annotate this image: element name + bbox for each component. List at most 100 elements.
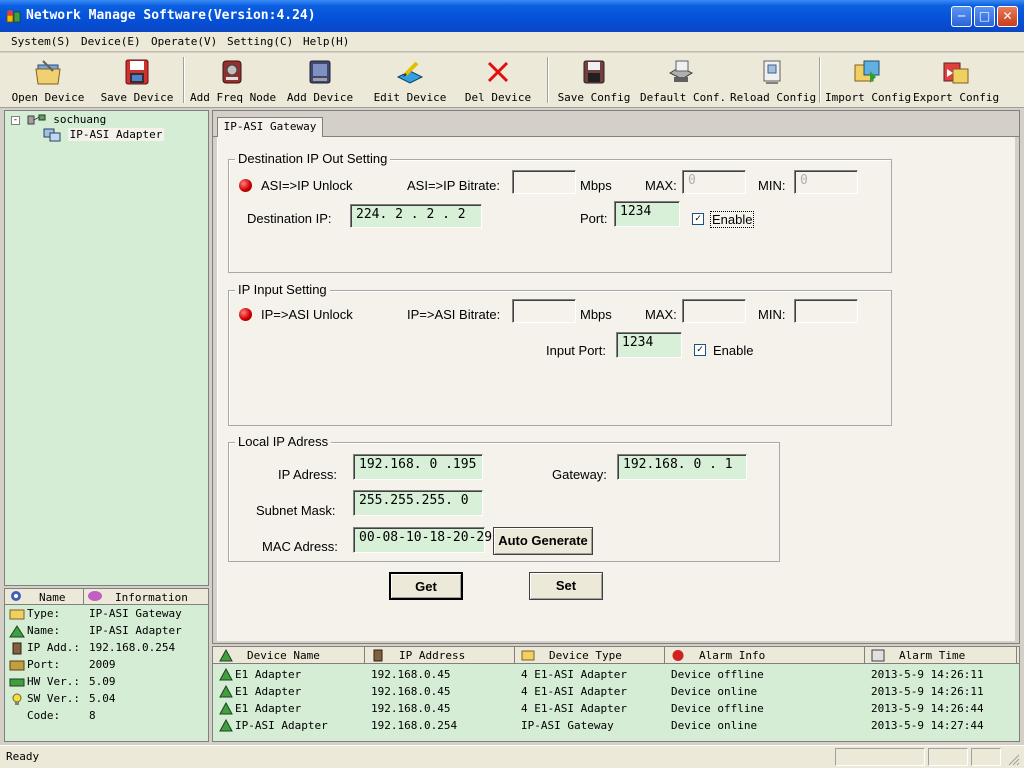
info-key: Port: bbox=[27, 658, 61, 671]
resize-grip-icon[interactable] bbox=[1006, 752, 1020, 766]
column-ip-address[interactable]: IP Address bbox=[365, 647, 515, 664]
alarm-table[interactable]: Device Name IP Address Device Type Alarm… bbox=[212, 646, 1020, 742]
status-pane bbox=[835, 748, 925, 766]
main-panel: IP-ASI Gateway Destination IP Out Settin… bbox=[212, 110, 1020, 644]
device-tree-panel[interactable]: - sochuang IP-ASI Adapter bbox=[4, 110, 209, 586]
collapse-icon[interactable]: - bbox=[11, 115, 20, 125]
menu-help[interactable]: Help(H) bbox=[303, 35, 349, 48]
add-device-label: Add Device bbox=[286, 91, 354, 104]
max-field[interactable]: 0 bbox=[682, 170, 746, 194]
column-label: Alarm Time bbox=[899, 649, 966, 662]
table-row[interactable]: IP-ASI Adapter 192.168.0.254 IP-ASI Gate… bbox=[213, 717, 1019, 734]
export-config-label: Export Config bbox=[913, 91, 1000, 104]
enable-label[interactable]: Enable bbox=[710, 211, 755, 228]
gateway-label: Gateway: bbox=[552, 467, 607, 482]
cell-alarm-info: Device online bbox=[671, 685, 758, 698]
max-label: MAX: bbox=[645, 178, 677, 193]
open-device-label: Open Device bbox=[11, 91, 85, 104]
device-name-icon bbox=[219, 649, 233, 662]
tree-root-item[interactable]: - sochuang bbox=[11, 113, 106, 126]
info-key: HW Ver.: bbox=[27, 675, 80, 688]
add-freq-node-button[interactable]: Add Freq Node bbox=[190, 55, 276, 105]
reload-config-button[interactable]: Reload Config bbox=[730, 55, 816, 105]
table-row[interactable]: E1 Adapter 192.168.0.45 4 E1-ASI Adapter… bbox=[213, 666, 1019, 683]
status-pane bbox=[971, 748, 1001, 766]
tab-content: Destination IP Out Setting ASI=>IP Unloc… bbox=[217, 137, 1015, 641]
column-alarm-time[interactable]: Alarm Time bbox=[865, 647, 1017, 664]
set-button[interactable]: Set bbox=[529, 572, 603, 600]
get-button[interactable]: Get bbox=[389, 572, 463, 600]
save-config-button[interactable]: Save Config bbox=[556, 55, 632, 105]
edit-device-label: Edit Device bbox=[373, 91, 447, 104]
column-label: IP Address bbox=[399, 649, 466, 662]
cell-ip-address: 192.168.0.45 bbox=[371, 668, 451, 681]
enable-label[interactable]: Enable bbox=[713, 343, 753, 358]
cell-ip-address: 192.168.0.45 bbox=[371, 702, 451, 715]
min-field[interactable] bbox=[794, 299, 858, 323]
cell-device-name: E1 Adapter bbox=[235, 685, 302, 698]
import-config-icon bbox=[854, 60, 880, 83]
column-device-name[interactable]: Device Name bbox=[213, 647, 365, 664]
local-ip-group-title: Local IP Adress bbox=[235, 434, 332, 449]
toolbar-separator bbox=[819, 57, 821, 103]
maximize-button[interactable]: □ bbox=[974, 6, 995, 27]
table-row[interactable]: E1 Adapter 192.168.0.45 4 E1-ASI Adapter… bbox=[213, 700, 1019, 717]
info-key: Type: bbox=[27, 607, 61, 620]
cell-device-type: 4 E1-ASI Adapter bbox=[521, 685, 627, 698]
mac-address-field[interactable]: 00-08-10-18-20-29 bbox=[353, 527, 492, 553]
menu-setting[interactable]: Setting(C) bbox=[227, 35, 293, 48]
ip-asi-bitrate-field[interactable] bbox=[512, 299, 576, 323]
enable-checkbox[interactable]: ✓ bbox=[692, 213, 704, 225]
info-header: Name Information bbox=[5, 589, 208, 605]
app-icon bbox=[6, 10, 21, 23]
info-key: SW Ver.: bbox=[27, 692, 80, 705]
gateway-field[interactable]: 192.168. 0 . 1 bbox=[617, 454, 747, 480]
menu-device[interactable]: Device(E) bbox=[81, 35, 141, 48]
subnet-mask-field[interactable]: 255.255.255. 0 bbox=[353, 490, 483, 516]
close-button[interactable]: ✕ bbox=[997, 6, 1018, 27]
ip-address-field[interactable]: 192.168. 0 .195 bbox=[353, 454, 483, 480]
ip-icon bbox=[12, 642, 22, 655]
max-label: MAX: bbox=[645, 307, 677, 322]
open-device-button[interactable]: Open Device bbox=[8, 55, 88, 105]
toolbar: Open Device Save Device Add Freq Node Ad… bbox=[0, 53, 1024, 108]
info-key: Code: bbox=[27, 709, 61, 722]
asi-ip-bitrate-field[interactable] bbox=[512, 170, 576, 194]
import-config-button[interactable]: Import Config bbox=[825, 55, 911, 105]
input-port-field[interactable]: 1234 bbox=[616, 332, 682, 358]
min-field[interactable]: 0 bbox=[794, 170, 858, 194]
menu-operate[interactable]: Operate(V) bbox=[151, 35, 217, 48]
enable-checkbox[interactable]: ✓ bbox=[694, 344, 706, 356]
save-device-button[interactable]: Save Device bbox=[98, 55, 176, 105]
column-alarm-info[interactable]: Alarm Info bbox=[665, 647, 865, 664]
edit-device-button[interactable]: Edit Device bbox=[372, 55, 448, 105]
info-value: 2009 bbox=[89, 658, 116, 671]
lightbulb-icon bbox=[12, 693, 22, 705]
cell-device-type: 4 E1-ASI Adapter bbox=[521, 702, 627, 715]
column-label: Alarm Info bbox=[699, 649, 766, 662]
minimize-button[interactable]: ─ bbox=[951, 6, 972, 27]
destination-ip-field[interactable]: 224. 2 . 2 . 2 bbox=[350, 204, 482, 228]
table-row[interactable]: E1 Adapter 192.168.0.45 4 E1-ASI Adapter… bbox=[213, 683, 1019, 700]
ip-asi-bitrate-label: IP=>ASI Bitrate: bbox=[407, 307, 501, 322]
del-device-button[interactable]: Del Device bbox=[462, 55, 534, 105]
port-field[interactable]: 1234 bbox=[614, 201, 680, 227]
cell-ip-address: 192.168.0.45 bbox=[371, 685, 451, 698]
max-field[interactable] bbox=[682, 299, 746, 323]
column-device-type[interactable]: Device Type bbox=[515, 647, 665, 664]
cell-alarm-info: Device offline bbox=[671, 702, 764, 715]
export-config-button[interactable]: Export Config bbox=[913, 55, 999, 105]
network-icon bbox=[27, 114, 46, 125]
minimize-icon: ─ bbox=[957, 9, 966, 23]
tree-child-item[interactable]: IP-ASI Adapter bbox=[43, 128, 165, 142]
title-bar[interactable]: Network Manage Software(Version:4.24) ─ … bbox=[0, 0, 1024, 32]
add-device-button[interactable]: Add Device bbox=[285, 55, 355, 105]
auto-generate-button[interactable]: Auto Generate bbox=[493, 527, 593, 555]
menu-system[interactable]: System(S) bbox=[11, 35, 71, 48]
default-config-button[interactable]: Default Conf. bbox=[640, 55, 726, 105]
tab-ip-asi-gateway[interactable]: IP-ASI Gateway bbox=[217, 117, 323, 137]
checkmark-icon: ✓ bbox=[696, 344, 704, 355]
save-device-label: Save Device bbox=[100, 91, 174, 104]
cell-device-type: IP-ASI Gateway bbox=[521, 719, 614, 732]
cell-alarm-time: 2013-5-9 14:26:44 bbox=[871, 702, 984, 715]
